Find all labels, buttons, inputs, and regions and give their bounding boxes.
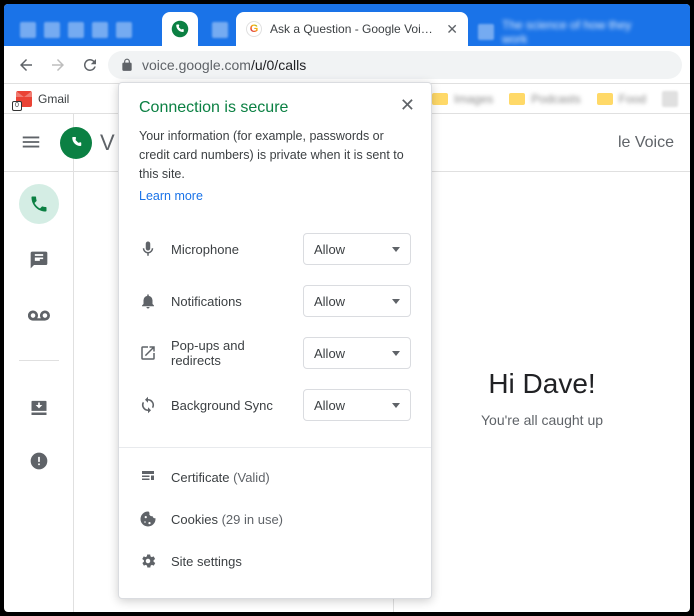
- cookie-icon: [139, 510, 157, 528]
- arrow-left-icon: [17, 56, 35, 74]
- google-favicon: G: [246, 21, 262, 37]
- tab-title: Ask a Question - Google Voice H: [270, 22, 438, 36]
- pinned-tab-icon[interactable]: [20, 22, 36, 38]
- permission-row-popups: Pop-ups and redirects Allow: [139, 327, 411, 379]
- chevron-down-icon: [392, 351, 400, 356]
- forward-button[interactable]: [44, 51, 72, 79]
- site-settings-link[interactable]: Site settings: [119, 540, 431, 582]
- divider: [119, 447, 431, 448]
- certificate-link[interactable]: Certificate (Valid): [119, 456, 431, 498]
- sidebar-item-calls[interactable]: [19, 184, 59, 224]
- google-voice-logo-icon: [60, 127, 92, 159]
- permission-row-sync: Background Sync Allow: [139, 379, 411, 431]
- pinned-tab-icon[interactable]: [116, 22, 132, 38]
- address-bar[interactable]: voice.google.com/u/0/calls: [108, 51, 682, 79]
- hamburger-icon: [20, 131, 42, 153]
- bookmark-label: Food: [619, 92, 646, 106]
- app-logo[interactable]: V: [60, 127, 115, 159]
- permission-row-notifications: Notifications Allow: [139, 275, 411, 327]
- permission-select-notifications[interactable]: Allow: [303, 285, 411, 317]
- gear-icon: [139, 552, 157, 570]
- close-button[interactable]: ✕: [400, 95, 415, 116]
- permission-select-sync[interactable]: Allow: [303, 389, 411, 421]
- tab-strip: G Ask a Question - Google Voice H ✕ The …: [4, 4, 690, 46]
- popup-icon: [139, 344, 157, 362]
- pinned-tab-icon[interactable]: [44, 22, 60, 38]
- sidebar-divider: [19, 360, 59, 361]
- site-info-popup: Connection is secure Your information (f…: [118, 82, 432, 599]
- sync-icon: [139, 396, 157, 414]
- tab-ask-question[interactable]: G Ask a Question - Google Voice H ✕: [236, 12, 468, 46]
- certificate-icon: [139, 468, 157, 486]
- site-settings-label: Site settings: [171, 554, 242, 569]
- tab-title-blurred: The science of how they work: [502, 18, 658, 46]
- learn-more-link[interactable]: Learn more: [139, 189, 411, 203]
- chevron-down-icon: [392, 403, 400, 408]
- archive-icon: [29, 395, 49, 415]
- alert-icon: [29, 451, 49, 471]
- app-title: V: [100, 130, 115, 156]
- permission-label: Pop-ups and redirects: [171, 338, 289, 368]
- bookmark-folder[interactable]: Food: [597, 92, 646, 106]
- sidebar-item-messages[interactable]: [19, 240, 59, 280]
- gmail-icon: 0: [16, 91, 32, 107]
- bookmark-folder[interactable]: Podcasts: [509, 92, 580, 106]
- bookmark-folder[interactable]: Images: [432, 92, 493, 106]
- bookmark-label: Gmail: [38, 92, 69, 106]
- browser-toolbar: voice.google.com/u/0/calls: [4, 46, 690, 84]
- greeting-text: Hi Dave!: [488, 368, 595, 400]
- permission-label: Background Sync: [171, 398, 289, 413]
- arrow-right-icon: [49, 56, 67, 74]
- permission-row-microphone: Microphone Allow: [139, 223, 411, 275]
- message-icon: [29, 250, 49, 270]
- sidebar: [4, 114, 74, 612]
- folder-icon: [597, 93, 613, 105]
- voicemail-icon: [28, 305, 50, 327]
- pinned-tab-icon[interactable]: [212, 22, 228, 38]
- microphone-icon: [139, 240, 157, 258]
- gmail-badge: 0: [12, 101, 22, 111]
- folder-icon: [509, 93, 525, 105]
- lock-icon[interactable]: [120, 58, 134, 72]
- url-text: voice.google.com/u/0/calls: [142, 57, 306, 73]
- tab-background[interactable]: The science of how they work: [468, 18, 668, 46]
- permission-list: Microphone Allow Notifications Allow Pop…: [119, 215, 431, 439]
- pinned-tab-icon[interactable]: [92, 22, 108, 38]
- permission-select-microphone[interactable]: Allow: [303, 233, 411, 265]
- bookmark-label: Podcasts: [531, 92, 580, 106]
- bookmark-label: Images: [454, 92, 493, 106]
- phone-icon: [29, 194, 49, 214]
- pinned-tab-icon[interactable]: [68, 22, 84, 38]
- popup-description: Your information (for example, passwords…: [139, 127, 411, 183]
- sidebar-item-voicemail[interactable]: [19, 296, 59, 336]
- tab-google-voice[interactable]: [162, 12, 198, 46]
- chevron-down-icon: [392, 299, 400, 304]
- tab-favicon: [478, 24, 494, 40]
- permission-select-popups[interactable]: Allow: [303, 337, 411, 369]
- certificate-label: Certificate (Valid): [171, 470, 270, 485]
- bookmark-item[interactable]: [662, 91, 678, 107]
- back-button[interactable]: [12, 51, 40, 79]
- permission-label: Notifications: [171, 294, 289, 309]
- chevron-down-icon: [392, 247, 400, 252]
- google-voice-icon: [171, 20, 189, 38]
- permission-label: Microphone: [171, 242, 289, 257]
- status-text: You're all caught up: [481, 412, 603, 428]
- popup-title: Connection is secure: [139, 99, 411, 117]
- folder-icon: [432, 93, 448, 105]
- reload-button[interactable]: [76, 51, 104, 79]
- tab-pinned-group: [12, 14, 162, 46]
- reload-icon: [81, 56, 99, 74]
- app-title-partial: le Voice: [618, 134, 674, 152]
- main-content: Hi Dave! You're all caught up: [394, 114, 690, 612]
- menu-button[interactable]: [20, 131, 44, 155]
- sidebar-item-archive[interactable]: [19, 385, 59, 425]
- cookies-link[interactable]: Cookies (29 in use): [119, 498, 431, 540]
- close-icon[interactable]: ✕: [446, 21, 458, 38]
- bell-icon: [139, 292, 157, 310]
- sidebar-item-spam[interactable]: [19, 441, 59, 481]
- bookmark-gmail[interactable]: 0 Gmail: [16, 91, 69, 107]
- cookies-label: Cookies (29 in use): [171, 512, 283, 527]
